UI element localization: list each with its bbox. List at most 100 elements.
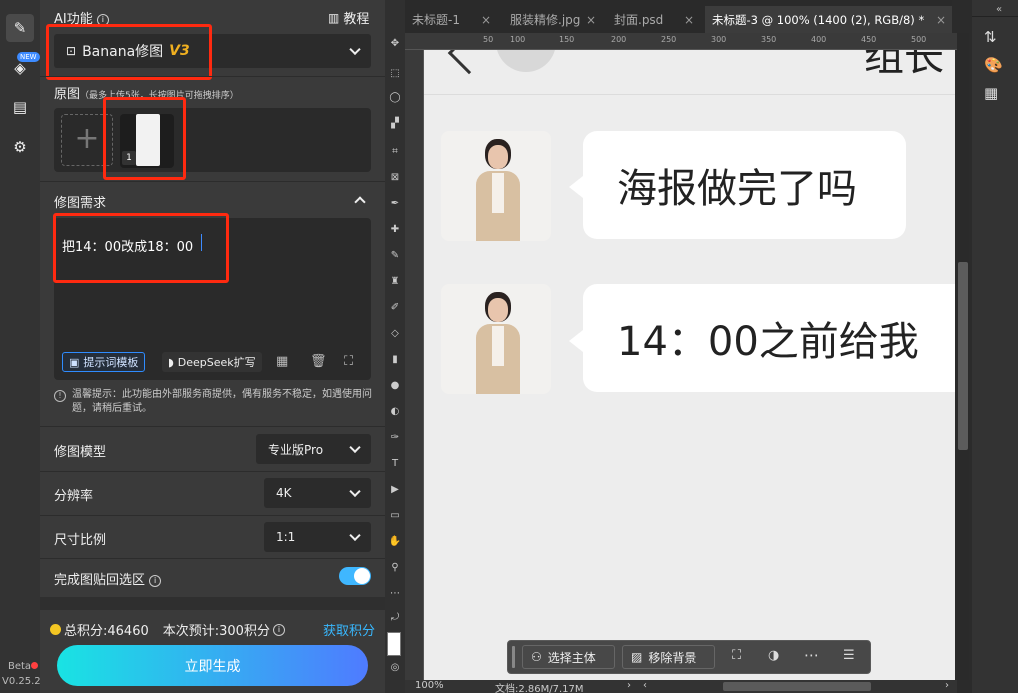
left-rail: ✎ ◈ NEW ▤ ⚙ Beta V0.25.2 [0, 0, 41, 693]
close-icon[interactable]: × [586, 13, 596, 27]
info-icon[interactable]: i [149, 575, 162, 587]
horizontal-scroll-thumb[interactable] [723, 682, 871, 691]
ratio-select[interactable]: 1:1 [264, 522, 371, 552]
close-icon[interactable]: × [936, 13, 946, 27]
hand-icon[interactable]: ✋ [388, 536, 402, 548]
tab-clothing-retouch[interactable]: 服装精修.jpg × [503, 6, 602, 33]
tip: ! 温馨提示：此功能由外部服务商提供，偶有服务不稳定，如遇使用问题，请稍后重试。 [54, 388, 374, 416]
whale-icon: ◗ [168, 355, 174, 369]
more-icon[interactable]: ⋯ [804, 646, 819, 664]
frame-tool-icon[interactable]: ⊠ [388, 172, 402, 184]
select-tool-icon[interactable]: ▞ [388, 118, 402, 130]
highlight-prompt [53, 213, 229, 283]
close-icon[interactable]: × [684, 13, 694, 27]
ps-toolbar: ✥ ⬚ ◯ ▞ ⌗ ⊠ ✒ ✚ ✎ ♜ ✐ ◇ ▮ ● ◐ ✑ T ▶ ▭ ✋ … [385, 0, 405, 693]
chevron-down-icon [349, 441, 361, 454]
lasso-tool-icon[interactable]: ◯ [388, 92, 402, 104]
chevron-left-icon[interactable]: ‹ [643, 680, 647, 691]
ruler-tick: 300 [711, 35, 727, 44]
marquee-tool-icon[interactable]: ⬚ [388, 68, 402, 80]
resolution-label: 分辨率 [54, 489, 94, 504]
tab-cover[interactable]: 封面.psd × [607, 6, 700, 33]
dodge-icon[interactable]: ◐ [388, 406, 402, 418]
divider [40, 76, 385, 77]
version-label: V0.25.2 [2, 676, 41, 687]
eraser-icon[interactable]: ◇ [388, 328, 402, 340]
history-panel-icon[interactable]: ⇅ [984, 28, 997, 46]
gear-icon[interactable]: ⚙ [6, 133, 34, 161]
tab-untitled-1[interactable]: 未标题-1 × [405, 6, 497, 33]
ruler-tick: 350 [761, 35, 777, 44]
shape-icon[interactable]: ▭ [388, 510, 402, 522]
clipboard-icon[interactable]: ▤ [6, 93, 34, 121]
ruler-tick: 150 [559, 35, 575, 44]
prompt-template-button[interactable]: ▣ 提示词模板 [62, 352, 146, 372]
brush-icon[interactable]: ✎ [388, 250, 402, 262]
chevron-down-icon [349, 529, 361, 542]
scroll-thumb[interactable] [958, 262, 968, 450]
sender-avatar [441, 284, 551, 394]
palette-icon[interactable]: 🎨 [984, 56, 1003, 74]
move-tool-icon[interactable]: ✥ [388, 38, 402, 50]
adjust-icon[interactable]: ◑ [768, 648, 779, 663]
chevron-right-icon[interactable]: › [945, 680, 949, 691]
divider [40, 515, 385, 516]
crop-tool-icon[interactable]: ⌗ [388, 146, 402, 158]
document-canvas[interactable]: 组长 海报做完了吗 14：00之前给我 [424, 50, 955, 680]
history-icon[interactable]: ▦ [276, 354, 288, 369]
select-subject-button[interactable]: ⚇ 选择主体 [522, 645, 615, 669]
collapse-icon[interactable]: « [996, 4, 1002, 15]
blur-icon[interactable]: ● [388, 380, 402, 392]
more-tools-icon[interactable]: ⋯ [388, 588, 402, 600]
paste-toggle[interactable] [339, 567, 371, 585]
back-arrow-icon [447, 50, 491, 75]
model-select[interactable]: 专业版Pro [256, 434, 371, 464]
tab-untitled-3[interactable]: 未标题-3 @ 100% (1400 (2), RGB/8) * × [705, 6, 952, 33]
zoom-level[interactable]: 100% [415, 680, 444, 691]
header-divider [424, 94, 955, 95]
info-icon[interactable]: i [272, 623, 285, 636]
new-badge: NEW [17, 52, 40, 62]
info-icon: ! [54, 390, 66, 402]
fullscreen-icon[interactable]: ⛶ [344, 354, 353, 369]
remove-background-button[interactable]: ▨ 移除背景 [622, 645, 715, 669]
swap-colors-icon[interactable]: ⤾ [388, 612, 402, 624]
type-icon[interactable]: T [388, 458, 402, 470]
divider [40, 558, 385, 559]
right-panel: « ⇅ 🎨 ▦ [972, 0, 1018, 693]
chevron-right-icon[interactable]: › [627, 680, 631, 691]
image-icon: ▨ [631, 650, 643, 664]
pen-icon[interactable]: ✑ [388, 432, 402, 444]
ruler-left [405, 50, 424, 680]
settings-sliders-icon[interactable]: ☰ [843, 648, 855, 663]
coin-icon [50, 624, 61, 635]
history-brush-icon[interactable]: ✐ [388, 302, 402, 314]
healing-icon[interactable]: ✚ [388, 224, 402, 236]
transform-icon[interactable]: ⛶ [732, 648, 741, 663]
template-icon: ▣ [69, 355, 80, 369]
trash-icon[interactable]: 🗑 [310, 354, 327, 369]
foreground-color[interactable] [387, 632, 401, 656]
resolution-select[interactable]: 4K [264, 478, 371, 508]
zoom-icon[interactable]: ⚲ [388, 562, 402, 574]
edit-icon[interactable]: ✎ [6, 14, 34, 42]
generate-button[interactable]: 立即生成 [57, 645, 368, 686]
deepseek-button[interactable]: ◗ DeepSeek扩写 [162, 352, 262, 372]
close-icon[interactable]: × [481, 13, 491, 27]
bubble-tail [569, 176, 583, 198]
ruler-tick: 400 [811, 35, 827, 44]
eyedropper-icon[interactable]: ✒ [388, 198, 402, 210]
divider [40, 471, 385, 472]
shirt [492, 326, 504, 366]
ruler-tick: 500 [911, 35, 927, 44]
quick-mask-icon[interactable]: ◎ [388, 662, 402, 674]
chevron-down-icon [349, 485, 361, 498]
path-select-icon[interactable]: ▶ [388, 484, 402, 496]
grid-icon[interactable]: ▦ [984, 84, 998, 102]
divider [972, 16, 1018, 17]
drag-handle[interactable] [512, 646, 515, 668]
get-points-link[interactable]: 获取积分 [323, 620, 375, 639]
stamp-icon[interactable]: ♜ [388, 276, 402, 288]
gradient-icon[interactable]: ▮ [388, 354, 402, 366]
tutorial-link[interactable]: ▥ 教程 [328, 8, 369, 28]
